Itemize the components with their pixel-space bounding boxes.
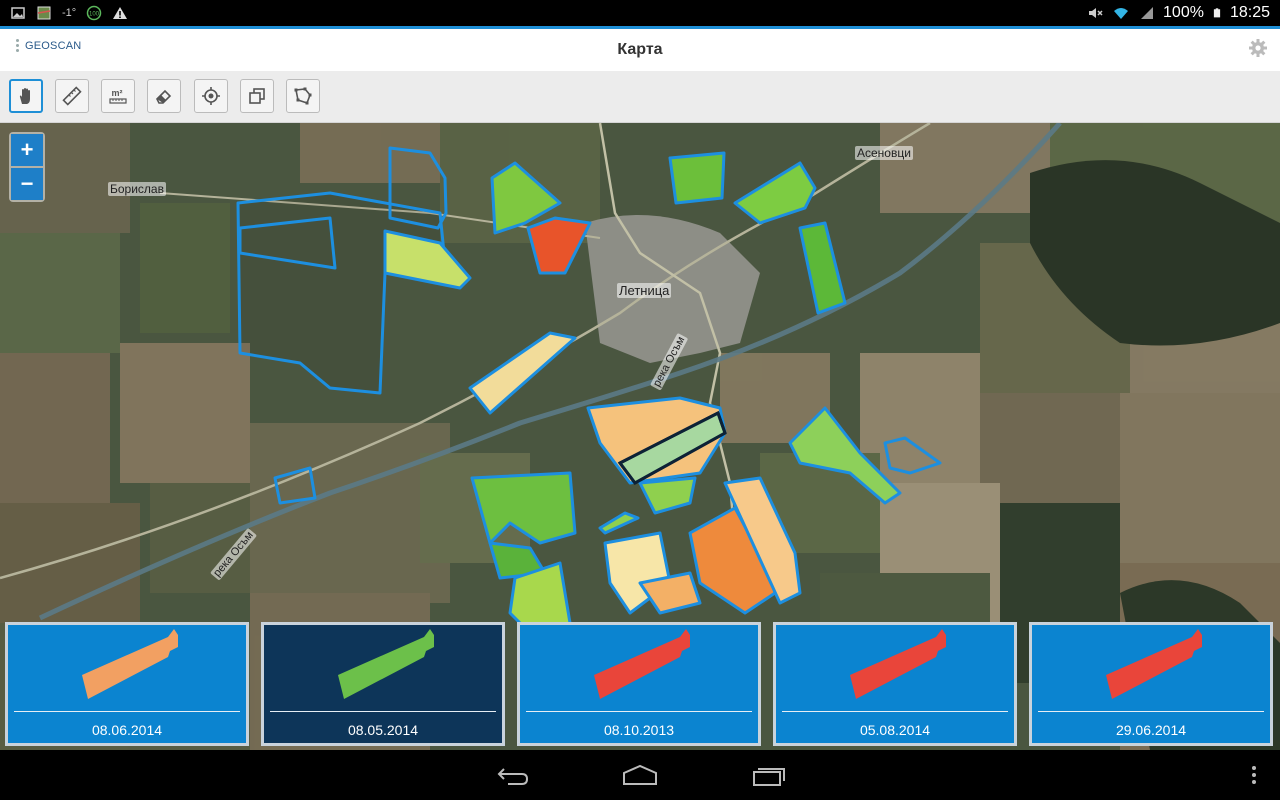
locate-button[interactable] — [194, 79, 228, 113]
zoom-in-button[interactable]: + — [11, 134, 43, 166]
place-label-asenovtsi: Асеновци — [855, 146, 913, 160]
wifi-icon — [1114, 8, 1129, 19]
recent-apps-icon[interactable] — [752, 763, 788, 787]
date-card-4[interactable]: 05.08.2014 — [773, 622, 1017, 746]
temperature: -1° — [62, 7, 77, 19]
gear-icon[interactable] — [1248, 38, 1268, 58]
card-date: 08.06.2014 — [91, 722, 163, 738]
app-root: { "status_bar": { "left_icons": ["image-… — [0, 0, 1280, 800]
copy-icon — [249, 88, 265, 104]
card-divider — [782, 711, 1008, 712]
svg-text:m²: m² — [112, 88, 123, 98]
card-date: 08.10.2013 — [603, 722, 675, 738]
battery-badge-icon: 100 — [86, 5, 102, 21]
system-nav-bar — [0, 750, 1280, 800]
date-card-2[interactable]: 08.05.2014 — [261, 622, 505, 746]
erase-button[interactable] — [147, 79, 181, 113]
battery-icon — [1213, 8, 1221, 18]
card-date: 05.08.2014 — [859, 722, 931, 738]
date-card-1[interactable]: 08.06.2014 — [5, 622, 249, 746]
back-icon[interactable] — [496, 763, 530, 787]
measure-area-button[interactable]: m² — [101, 79, 135, 113]
zoom-out-button[interactable]: − — [11, 168, 43, 200]
warning-icon — [113, 7, 128, 19]
map-icon — [37, 6, 51, 20]
page-title: Карта — [617, 41, 663, 58]
mute-icon — [1089, 8, 1103, 18]
measure-distance-button[interactable] — [55, 79, 89, 113]
field-thumbnail — [1106, 629, 1202, 699]
battery-percent: 100% — [1163, 4, 1204, 21]
card-divider — [1038, 711, 1264, 712]
zoom-control: + − — [9, 132, 45, 202]
copy-button[interactable] — [240, 79, 274, 113]
area-m2-icon: m² — [109, 88, 127, 104]
overflow-menu-icon[interactable] — [1248, 763, 1260, 787]
date-card-5[interactable]: 29.06.2014 — [1029, 622, 1273, 746]
field-thumbnail — [594, 629, 690, 699]
status-bar-right: 100% 18:25 — [1087, 3, 1270, 23]
card-divider — [14, 711, 240, 712]
status-bar: -1° 100 100% 18:25 — [0, 0, 1280, 26]
signal-icon — [1141, 7, 1154, 19]
status-bar-left: -1° 100 — [10, 4, 128, 22]
clock: 18:25 — [1229, 4, 1270, 21]
pan-tool-button[interactable] — [9, 79, 43, 113]
card-date: 08.05.2014 — [347, 722, 419, 738]
place-label-borislav: Борислав — [108, 182, 166, 196]
image-icon — [11, 7, 25, 19]
map-toolbar: m² — [0, 71, 1280, 123]
place-label-letnitsa: Летница — [617, 283, 672, 298]
field-thumbnail — [850, 629, 946, 699]
crosshair-icon — [202, 87, 220, 105]
eraser-icon — [156, 89, 172, 104]
date-card-3[interactable]: 08.10.2013 — [517, 622, 761, 746]
field-thumbnail — [338, 629, 434, 699]
date-strip: 08.06.2014 08.05.2014 08.10.2013 05.08.2… — [0, 620, 1280, 750]
field-thumbnail — [82, 629, 178, 699]
card-divider — [270, 711, 496, 712]
card-date: 29.06.2014 — [1115, 722, 1187, 738]
polygon-icon — [294, 87, 312, 105]
card-divider — [526, 711, 752, 712]
hand-icon — [19, 88, 30, 104]
app-header: GEOSCAN Карта — [0, 29, 1280, 71]
polygon-button[interactable] — [286, 79, 320, 113]
home-icon[interactable] — [622, 763, 658, 787]
battery-badge-text: 100 — [89, 12, 100, 18]
ruler-icon — [62, 86, 82, 106]
